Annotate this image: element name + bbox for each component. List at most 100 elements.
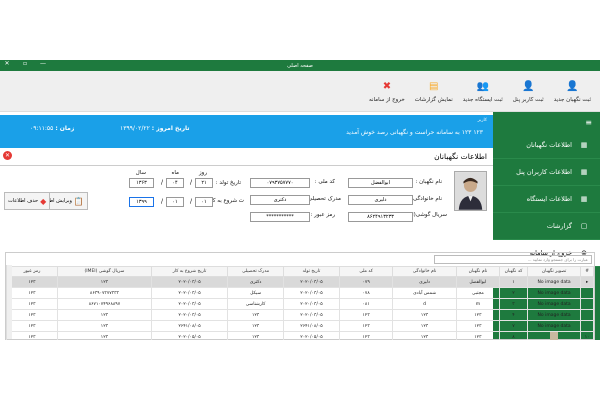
grid-search-input[interactable]: عبارت را برای جستجو وارد نمایید ... xyxy=(434,255,592,264)
toolbar-button-3[interactable]: ▤ نمایش گزارشات xyxy=(410,72,458,110)
table-cell: ۱۲۳ xyxy=(338,309,394,321)
table-cell: سیکل xyxy=(227,287,285,299)
table-row[interactable]: No image data ۳ m d ۰۸۱ ۲۰۲۰/۰۳/۰۵ کارشناسی ۲۰۲… xyxy=(6,298,594,310)
table-cell: ۲۰۲۰/۰۳/۰۵ xyxy=(150,287,229,299)
column-header[interactable]: مدرک تحصیلی xyxy=(227,266,285,277)
table-cell: شمس آبادی xyxy=(392,287,457,299)
family-input[interactable]: دلیری xyxy=(348,195,413,205)
sidebar-item-2[interactable]: ▦ اطلاعات ایستگاه xyxy=(493,186,600,213)
table-cell: ۱۲۳ xyxy=(6,320,58,332)
toolbar-button-1[interactable]: 👤 ثبت کاربر پنل xyxy=(508,72,549,110)
table-row[interactable]: No image data ۲ مجتبی شمس آبادی ۰۷۸ ۲۰۲۰/۰۳/۰… xyxy=(6,287,594,299)
table-row[interactable]: ▸ No image data ۱ ابوالفضل دلیری ۰۷۹ ۲۰۲۰/۰۳/۰… xyxy=(6,276,594,288)
sidebar-item-3[interactable]: ▢ گزارشات xyxy=(493,213,600,240)
column-header[interactable]: رمز عبور xyxy=(6,266,58,277)
family-label: نام خانوادگی : xyxy=(409,196,442,202)
birth-date-label: تاریخ تولد : xyxy=(215,180,241,186)
table-cell: ۱۲۳ xyxy=(455,320,501,332)
column-header[interactable]: نام خانوادگی xyxy=(392,266,457,277)
table-cell: No image data xyxy=(526,309,582,321)
name-input[interactable]: ابوالفضل xyxy=(348,178,413,188)
start-month-input[interactable]: ۰۱ xyxy=(166,197,184,207)
column-header[interactable]: نام نگهبان xyxy=(455,266,501,277)
toolbar-button-0[interactable]: 👤 ثبت نگهبان جدید xyxy=(549,72,596,110)
serial-input[interactable]: ۸۶۲۴۹۱۳۲۳۳ xyxy=(348,212,413,222)
table-row[interactable]: No image data ۷ ۱۲۳ ۱۲۳ ۱۲۳ ۲۶۴۱/۰۸/۰۵ ۱۲۳ ۲۶۴۱… xyxy=(6,320,594,332)
toolbar-button-label: ثبت ایستگاه جدید xyxy=(462,96,503,103)
column-header[interactable]: کد نگهبان xyxy=(499,266,528,277)
close-window-icon[interactable]: ✕ xyxy=(2,60,12,67)
panel-users-icon: ▦ xyxy=(580,168,588,176)
table-cell: ▸ xyxy=(580,276,594,288)
column-header[interactable]: تصویر نگهبان xyxy=(526,266,582,277)
table-cell: ۳ xyxy=(499,298,528,310)
table-cell: ۲ xyxy=(499,287,528,299)
start-day-input[interactable]: ۰۱ xyxy=(195,197,213,207)
toolbar-button-label: ثبت کاربر پنل xyxy=(512,96,544,103)
app-window: صفحه اصلی ✕ ▫ — 👤 ثبت نگهبان جدید 👤 ثبت کار… xyxy=(0,60,600,340)
table-cell: ۱۲۳ xyxy=(338,320,394,332)
table-cell xyxy=(580,287,594,299)
table-cell xyxy=(580,320,594,332)
user-greeting: کاربر xyxy=(477,118,487,123)
password-input[interactable]: *********** xyxy=(250,212,310,222)
sidebar-item-label: گزارشات xyxy=(546,222,572,230)
guard-thumbnail xyxy=(550,332,559,340)
table-cell: ۱۲۳ xyxy=(455,331,501,340)
sidebar-item-0[interactable]: ▦ اطلاعات نگهبانان xyxy=(493,132,600,159)
table-cell: ۲۶۴۱/۰۸/۰۵ xyxy=(150,320,229,332)
table-cell: ۲۰۲۰/۰۳/۰۵ xyxy=(150,309,229,321)
column-header[interactable]: # xyxy=(580,266,594,277)
sidebar-item-1[interactable]: ▦ اطلاعات کاربران پنل xyxy=(493,159,600,186)
toolbar-button-label: ثبت نگهبان جدید xyxy=(553,96,591,103)
window-controls: ✕ ▫ — xyxy=(2,60,48,67)
vertical-scrollbar[interactable] xyxy=(6,265,12,339)
table-cell: ۱۲۳ xyxy=(56,309,152,321)
table-row[interactable]: ۱۰ ۸ ۱۲۳ ۱۲۳ ۱۲۳ ۲۰۲۰/۰۵/۰۵ ۱۲۳ ۲۰۲۰/۰۵/۰۵ ۱۲۳ ۱۲… xyxy=(6,331,594,340)
birth-year-input[interactable]: ۱۳۶۳ xyxy=(129,178,154,188)
window-title: صفحه اصلی xyxy=(287,62,313,69)
table-cell: ۱۲۳ xyxy=(227,320,285,332)
table-cell: No image data xyxy=(526,320,582,332)
degree-select[interactable]: دکتری xyxy=(250,195,310,205)
national-code-label: کد ملی : xyxy=(314,179,335,185)
welcome-banner: کاربر ۱۲۳ ۱۲۳ به سامانه حراست و نگهبانی … xyxy=(0,115,493,148)
table-row[interactable]: No image data ۴ ۱۲۳ ۱۲۳ ۱۲۳ ۲۰۲۰/۰۳/۰۵ ۱۲۳ ۲۰۲۰… xyxy=(6,309,594,321)
close-section-icon[interactable]: ✕ xyxy=(3,151,12,160)
birth-day-input[interactable]: ۲۱ xyxy=(195,178,213,188)
birth-month-input[interactable]: ۰۴ xyxy=(166,178,184,188)
date-separator: / xyxy=(189,179,192,186)
column-header[interactable]: سریال گوشی (IMEI) xyxy=(56,266,152,277)
table-cell: ۲۰۲۰/۰۳/۰۵ xyxy=(283,298,340,310)
sidebar-item-label: اطلاعات نگهبانان xyxy=(526,141,572,149)
guards-info-icon: ▦ xyxy=(580,141,588,149)
start-year-input[interactable]: ۱۳۹۹ xyxy=(129,197,154,207)
column-header[interactable]: تاریخ تولد xyxy=(283,266,340,277)
guard-photo[interactable] xyxy=(454,171,487,211)
toolbar-button-2[interactable]: 👥 ثبت ایستگاه جدید xyxy=(458,72,508,110)
date-separator: / xyxy=(189,198,192,205)
table-cell: No image data xyxy=(526,298,582,310)
minimize-window-icon[interactable]: — xyxy=(38,60,48,67)
table-cell: ۲۰۲۰/۰۳/۰۵ xyxy=(283,309,340,321)
user-panel-icon: 👤 xyxy=(522,81,535,92)
title-bar: صفحه اصلی ✕ ▫ — xyxy=(0,60,600,71)
table-cell: m xyxy=(455,298,501,310)
table-cell: ۱۲۳ xyxy=(6,298,58,310)
guards-table: # تصویر نگهبان کد نگهبان نام نگهبان نام خانو… xyxy=(6,266,594,340)
column-header[interactable]: تاریخ شروع به کار xyxy=(150,266,229,277)
national-code-input[interactable]: ۰۷۹۳۷۵۷۷۷۰ xyxy=(250,178,310,188)
table-cell: ۱۲۳ xyxy=(227,331,285,340)
table-cell: d xyxy=(392,298,457,310)
menu-icon[interactable]: ≡ xyxy=(493,118,600,132)
maximize-window-icon[interactable]: ▫ xyxy=(20,60,30,67)
year-header: سال xyxy=(135,170,146,176)
section-header: اطلاعات نگهبانان ✕ xyxy=(0,148,493,166)
date-separator: / xyxy=(160,198,163,205)
table-cell: ۴ xyxy=(499,309,528,321)
table-cell: ۱۲۳ xyxy=(227,309,285,321)
sidebar-item-label: اطلاعات ایستگاه xyxy=(526,195,572,203)
column-header[interactable]: کد ملی xyxy=(338,266,394,277)
toolbar-button-4[interactable]: ✖ خروج از سامانه xyxy=(364,72,410,110)
delete-button[interactable]: ◆ حذف اطلاعات xyxy=(4,192,51,210)
